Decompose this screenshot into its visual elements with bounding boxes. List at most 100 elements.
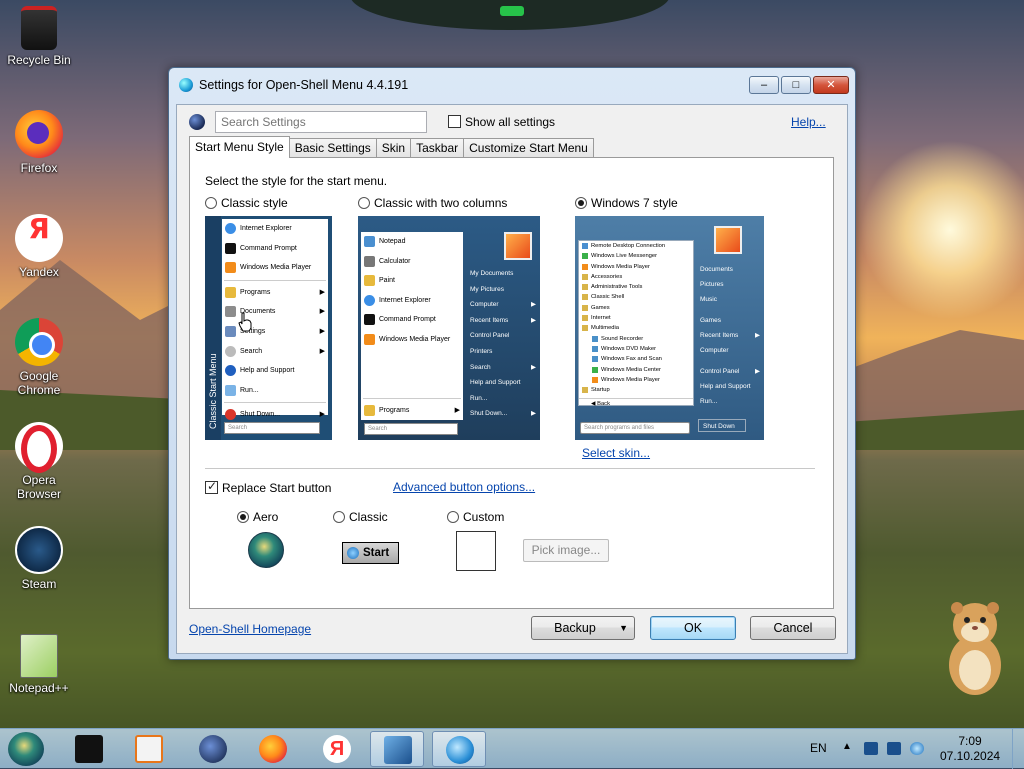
desktop-icon-label: Google Chrome — [17, 369, 61, 397]
classic-style-preview[interactable]: Classic Start Menu Internet Explorer Com… — [205, 216, 332, 440]
style-option-two-columns[interactable]: Classic with two columns — [358, 196, 507, 210]
windows7-style-preview[interactable]: Remote Desktop Connection Windows Live M… — [575, 216, 764, 440]
tab-taskbar[interactable]: Taskbar — [410, 138, 465, 158]
firefox-icon — [15, 110, 63, 158]
desktop-icon-label: Steam — [21, 577, 57, 591]
opera-icon — [15, 422, 63, 473]
tab-customize-start-menu[interactable]: Customize Start Menu — [463, 138, 594, 158]
taskbar-app-yandex[interactable]: Я — [310, 731, 364, 767]
radio-classic[interactable] — [333, 511, 345, 523]
desktop-icon-label: Notepad++ — [9, 681, 69, 695]
preview-menu-item: Notepad — [361, 232, 463, 252]
desktop-icon-steam[interactable]: Steam — [4, 526, 74, 591]
window-titlebar[interactable]: Settings for Open-Shell Menu 4.4.191 – □… — [169, 68, 855, 102]
desktop-icon-chrome[interactable]: Google Chrome — [4, 318, 74, 397]
tab-start-menu-style[interactable]: Start Menu Style — [189, 136, 290, 158]
style-option-windows7[interactable]: Windows 7 style — [575, 196, 678, 210]
show-all-settings-label: Show all settings — [465, 115, 556, 129]
preview-menu-item: Windows Media Player — [222, 258, 328, 278]
pick-image-button[interactable]: Pick image... — [523, 539, 609, 562]
chevron-down-icon: ▼ — [619, 623, 628, 633]
preview-menu-item: Internet Explorer — [361, 291, 463, 311]
desktop-icon-label: Firefox — [20, 161, 58, 175]
preview-menu-item: Programs ▶ — [222, 283, 328, 303]
system-clock[interactable]: 7:09 07.10.2024 — [940, 734, 1000, 764]
notepad-plus-plus-icon — [20, 634, 58, 678]
show-all-settings-checkbox[interactable]: Show all settings — [448, 115, 555, 129]
custom-button-preview — [456, 531, 496, 571]
desktop-icon-notepad-plus-plus[interactable]: Notepad++ — [4, 634, 74, 695]
taskbar-app-open-shell[interactable] — [186, 731, 240, 767]
recycle-bin-icon — [21, 6, 57, 50]
minimize-button[interactable]: – — [749, 76, 779, 94]
style-option-classic[interactable]: Classic style — [205, 196, 288, 210]
open-shell-homepage-link[interactable]: Open-Shell Homepage — [189, 622, 311, 636]
style-option-label: Windows 7 style — [591, 196, 678, 210]
preview-menu-item: Internet Explorer — [222, 219, 328, 239]
maximize-button[interactable]: □ — [781, 76, 811, 94]
tab-skin[interactable]: Skin — [375, 138, 412, 158]
taskbar-app-recycle-bin[interactable] — [62, 731, 116, 767]
desktop-icon-firefox[interactable]: Firefox — [4, 110, 74, 175]
start-button[interactable] — [8, 732, 44, 766]
button-style-classic[interactable]: Classic — [333, 510, 388, 524]
windows7-right-column: Documents Pictures Music Games Recent It… — [696, 216, 764, 440]
backup-label: Backup — [554, 621, 596, 635]
start-orb-icon — [347, 547, 359, 559]
preview-menu-item: Run... — [222, 381, 328, 401]
taskbar-app-open-shell-menu[interactable] — [432, 731, 486, 767]
button-style-aero[interactable]: Aero — [237, 510, 278, 524]
desktop-icon-yandex[interactable]: Yandex — [4, 214, 74, 279]
taskbar-app-media-player[interactable] — [122, 731, 176, 767]
show-desktop-button[interactable] — [1012, 729, 1024, 769]
desktop-icon-label: Recycle Bin — [7, 53, 71, 67]
language-indicator[interactable]: EN — [810, 741, 827, 755]
classic-preview-search: Search — [224, 422, 320, 434]
preview-menu-item: Paint — [361, 271, 463, 291]
network-icon[interactable] — [864, 742, 878, 755]
radio-windows7-style[interactable] — [575, 197, 587, 209]
checkbox-box[interactable] — [205, 479, 218, 494]
radio-custom[interactable] — [447, 511, 459, 523]
search-settings-input[interactable] — [215, 111, 427, 133]
windows7-programs-list: Remote Desktop Connection Windows Live M… — [578, 240, 694, 407]
radio-classic-two-columns[interactable] — [358, 197, 370, 209]
tab-basic-settings[interactable]: Basic Settings — [288, 138, 377, 158]
firefox-icon — [259, 735, 287, 763]
taskbar-app-settings-window[interactable] — [370, 731, 424, 767]
shell-tray-icon[interactable] — [910, 742, 924, 755]
backup-button[interactable]: Backup ▼ — [531, 616, 635, 640]
two-columns-left: Notepad Calculator Paint Internet Explor… — [361, 232, 463, 420]
separator — [205, 468, 815, 469]
two-columns-preview-search: Search — [364, 423, 458, 435]
tab-panel: Select the style for the start menu. Cla… — [189, 157, 834, 609]
window-client: Show all settings Help... Start Menu Sty… — [176, 104, 848, 654]
help-link[interactable]: Help... — [791, 115, 826, 129]
desktop-icon-recycle-bin[interactable]: Recycle Bin — [4, 6, 74, 67]
advanced-button-options-link[interactable]: Advanced button options... — [393, 480, 535, 494]
show-hidden-icons-icon[interactable]: ▲ — [842, 741, 852, 752]
radio-classic-style[interactable] — [205, 197, 217, 209]
close-button[interactable]: ✕ — [813, 76, 849, 94]
desktop-icon-label: Opera Browser — [16, 473, 61, 501]
taskbar-app-firefox[interactable] — [246, 731, 300, 767]
classic-start-text: Start — [363, 547, 390, 559]
search-icon — [189, 114, 205, 130]
replace-start-button-checkbox[interactable]: Replace Start button — [205, 479, 331, 495]
open-shell-icon — [199, 735, 227, 763]
windows7-preview-search: Search programs and files — [580, 422, 690, 434]
monitor-icon[interactable] — [887, 742, 901, 755]
radio-aero[interactable] — [237, 511, 249, 523]
classic-strip: Classic Start Menu — [205, 216, 221, 440]
button-style-custom[interactable]: Custom — [447, 510, 504, 524]
cancel-button[interactable]: Cancel — [750, 616, 836, 640]
select-skin-link[interactable]: Select skin... — [582, 446, 650, 460]
hand-cursor-icon — [238, 312, 252, 332]
two-columns-preview[interactable]: Notepad Calculator Paint Internet Explor… — [358, 216, 540, 440]
aero-start-orb-icon — [248, 532, 284, 568]
shell-settings-icon — [384, 736, 412, 764]
steam-icon — [15, 526, 63, 574]
ok-button[interactable]: OK — [650, 616, 736, 640]
checkbox-box[interactable] — [448, 115, 461, 128]
desktop-icon-opera[interactable]: Opera Browser — [4, 422, 74, 501]
